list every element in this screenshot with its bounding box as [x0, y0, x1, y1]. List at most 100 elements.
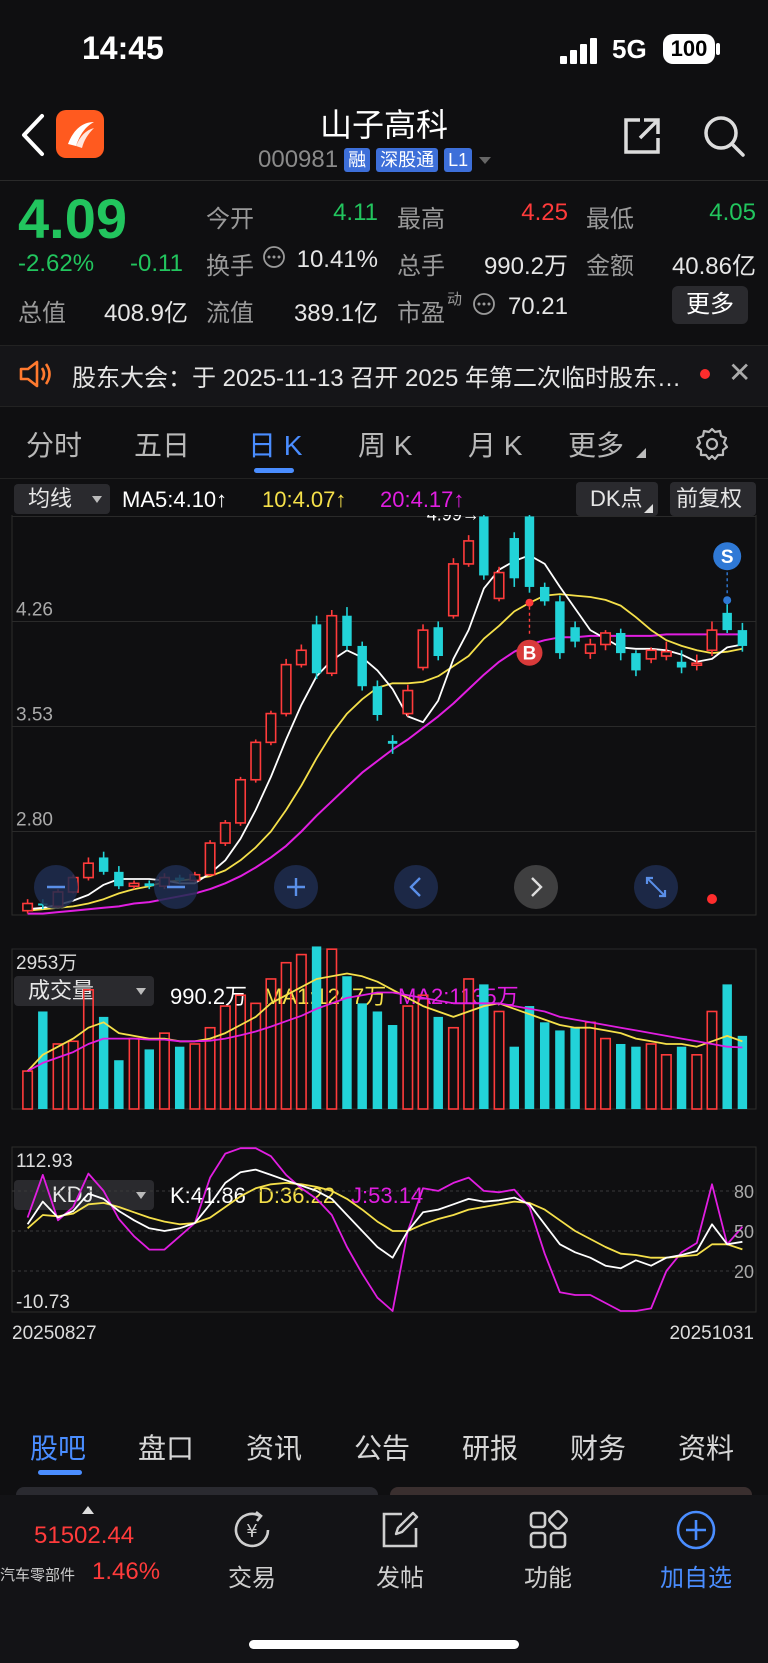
candle-body-up [417, 629, 429, 669]
sell-marker-label: S [721, 547, 734, 568]
tab-day-k[interactable]: 日 K [248, 424, 302, 464]
next-button[interactable] [514, 865, 558, 909]
price-tick-label: 2.80 [16, 810, 53, 831]
tab-finance[interactable]: 财务 [570, 1427, 626, 1467]
battery-icon: 100 [663, 34, 715, 64]
start-date-label: 20250827 [12, 1323, 97, 1344]
candle-body-up [219, 822, 231, 844]
price-tick-label: 4.26 [16, 599, 53, 620]
ma5-label: MA5:4.10↑ [122, 487, 228, 512]
zoom-out-button[interactable] [154, 865, 198, 909]
nav-functions[interactable]: 功能 [488, 1558, 608, 1593]
trade-icon[interactable]: ¥ [230, 1508, 274, 1552]
notice-text[interactable]: 股东大会：于 2025-11-13 召开 2025 年第二次临时股东大会 [72, 358, 682, 393]
volume-bar-down [38, 1011, 48, 1109]
max-price-marker: 4.99→ [427, 515, 480, 525]
tab-month-k[interactable]: 月 K [468, 424, 522, 464]
candle-body-down [114, 871, 124, 887]
volume-bar-down [524, 1006, 535, 1109]
corner-arrow-icon [636, 448, 646, 458]
ma20-line [27, 633, 743, 915]
prev-button[interactable] [394, 865, 438, 909]
share-icon[interactable] [618, 112, 666, 160]
zoom-in-button[interactable] [274, 865, 318, 909]
candle-body-down [98, 857, 109, 872]
tab-intraday[interactable]: 分时 [26, 424, 82, 464]
ma10-line [27, 593, 743, 912]
tab-research[interactable]: 研报 [462, 1427, 518, 1467]
tab-profile[interactable]: 资料 [678, 1427, 734, 1467]
kdj-tick-label: 112.93 [16, 1151, 73, 1172]
volume-bar-down [98, 1016, 109, 1109]
indicator-select-ma[interactable]: 均线 [14, 484, 110, 514]
chevron-down-icon[interactable] [478, 155, 492, 165]
nav-add-watchlist[interactable]: 加自选 [636, 1558, 756, 1593]
candle-body-up [128, 882, 140, 888]
tab-more[interactable]: 更多 [568, 424, 624, 464]
tag-margin: 融 [344, 148, 371, 172]
tab-news[interactable]: 资讯 [246, 1427, 302, 1467]
candle-body-up [447, 563, 459, 617]
tag-connect: 深股通 [376, 148, 439, 172]
nav-post[interactable]: 发帖 [340, 1558, 460, 1593]
kline-chart[interactable]: 4.994.263.532.808050202953万112.93-10.732… [0, 515, 768, 1370]
index-name[interactable]: 汽车零部件 [0, 1564, 75, 1585]
tab-announcements[interactable]: 公告 [354, 1427, 410, 1467]
tab-five-day[interactable]: 五日 [134, 424, 190, 464]
buy-dot [525, 598, 534, 607]
volume-bar-up [235, 994, 247, 1110]
volume-bar-up [600, 1037, 612, 1110]
candle-body-up [280, 663, 292, 715]
float-cap-label: 流值 [206, 300, 254, 327]
pe-value: 70.21 [507, 293, 568, 320]
buy-marker-label: B [523, 644, 537, 665]
candle-body-up [82, 862, 94, 879]
candle-body-down [616, 632, 626, 654]
volume-bar-down [555, 1030, 565, 1109]
battery-tip [716, 43, 720, 55]
candle-body-down [387, 740, 398, 744]
grid-apps-icon[interactable] [526, 1508, 570, 1552]
volume-bar-down [357, 1003, 367, 1109]
panel-frame [11, 1146, 757, 1313]
volume-bar-down [570, 1027, 580, 1109]
index-change[interactable]: 1.46% [92, 1558, 160, 1586]
active-tab-indicator [38, 1470, 82, 1475]
candle-body-down [555, 601, 565, 654]
candle-body-down [631, 653, 641, 671]
candle-body-down [676, 661, 687, 668]
index-value[interactable]: 51502.44 [34, 1522, 134, 1550]
candle-body-up [660, 650, 672, 657]
candle-body-down [479, 516, 489, 576]
kdj-level-label: 20 [734, 1262, 754, 1282]
volume-bar-up [280, 961, 292, 1110]
volume-max-label: 2953万 [16, 953, 77, 974]
close-icon[interactable]: ✕ [728, 356, 751, 389]
volume-label: 总手 [397, 253, 445, 280]
volume-bar-up [219, 1005, 231, 1110]
fullscreen-button[interactable] [634, 865, 678, 909]
gear-icon[interactable] [694, 426, 730, 462]
tab-orderbook[interactable]: 盘口 [138, 1427, 194, 1467]
candle-body-down [357, 645, 367, 687]
volume-bar-up [402, 1005, 414, 1110]
tab-week-k[interactable]: 周 K [358, 424, 412, 464]
float-cap-value: 389.1亿 [293, 300, 378, 327]
candle-body-up [326, 614, 338, 675]
network-label: 5G [612, 34, 647, 64]
zoom-out-button[interactable] [34, 865, 78, 909]
tab-forum[interactable]: 股吧 [30, 1427, 86, 1467]
post-icon[interactable] [378, 1508, 422, 1552]
candle-body-up [235, 778, 247, 824]
adjust-button[interactable]: 前复权 [670, 482, 756, 516]
adjust-label: 前复权 [676, 486, 743, 511]
nav-trade[interactable]: 交易 [192, 1558, 312, 1593]
add-watchlist-icon[interactable] [674, 1508, 718, 1552]
candle-body-up [691, 662, 703, 667]
more-button[interactable]: 更多 [672, 286, 748, 324]
search-icon[interactable] [700, 112, 748, 160]
ma5-line [27, 554, 743, 911]
kdj-j-line [26, 1147, 744, 1312]
svg-text:¥: ¥ [246, 1521, 257, 1542]
info-icon[interactable] [262, 245, 286, 269]
